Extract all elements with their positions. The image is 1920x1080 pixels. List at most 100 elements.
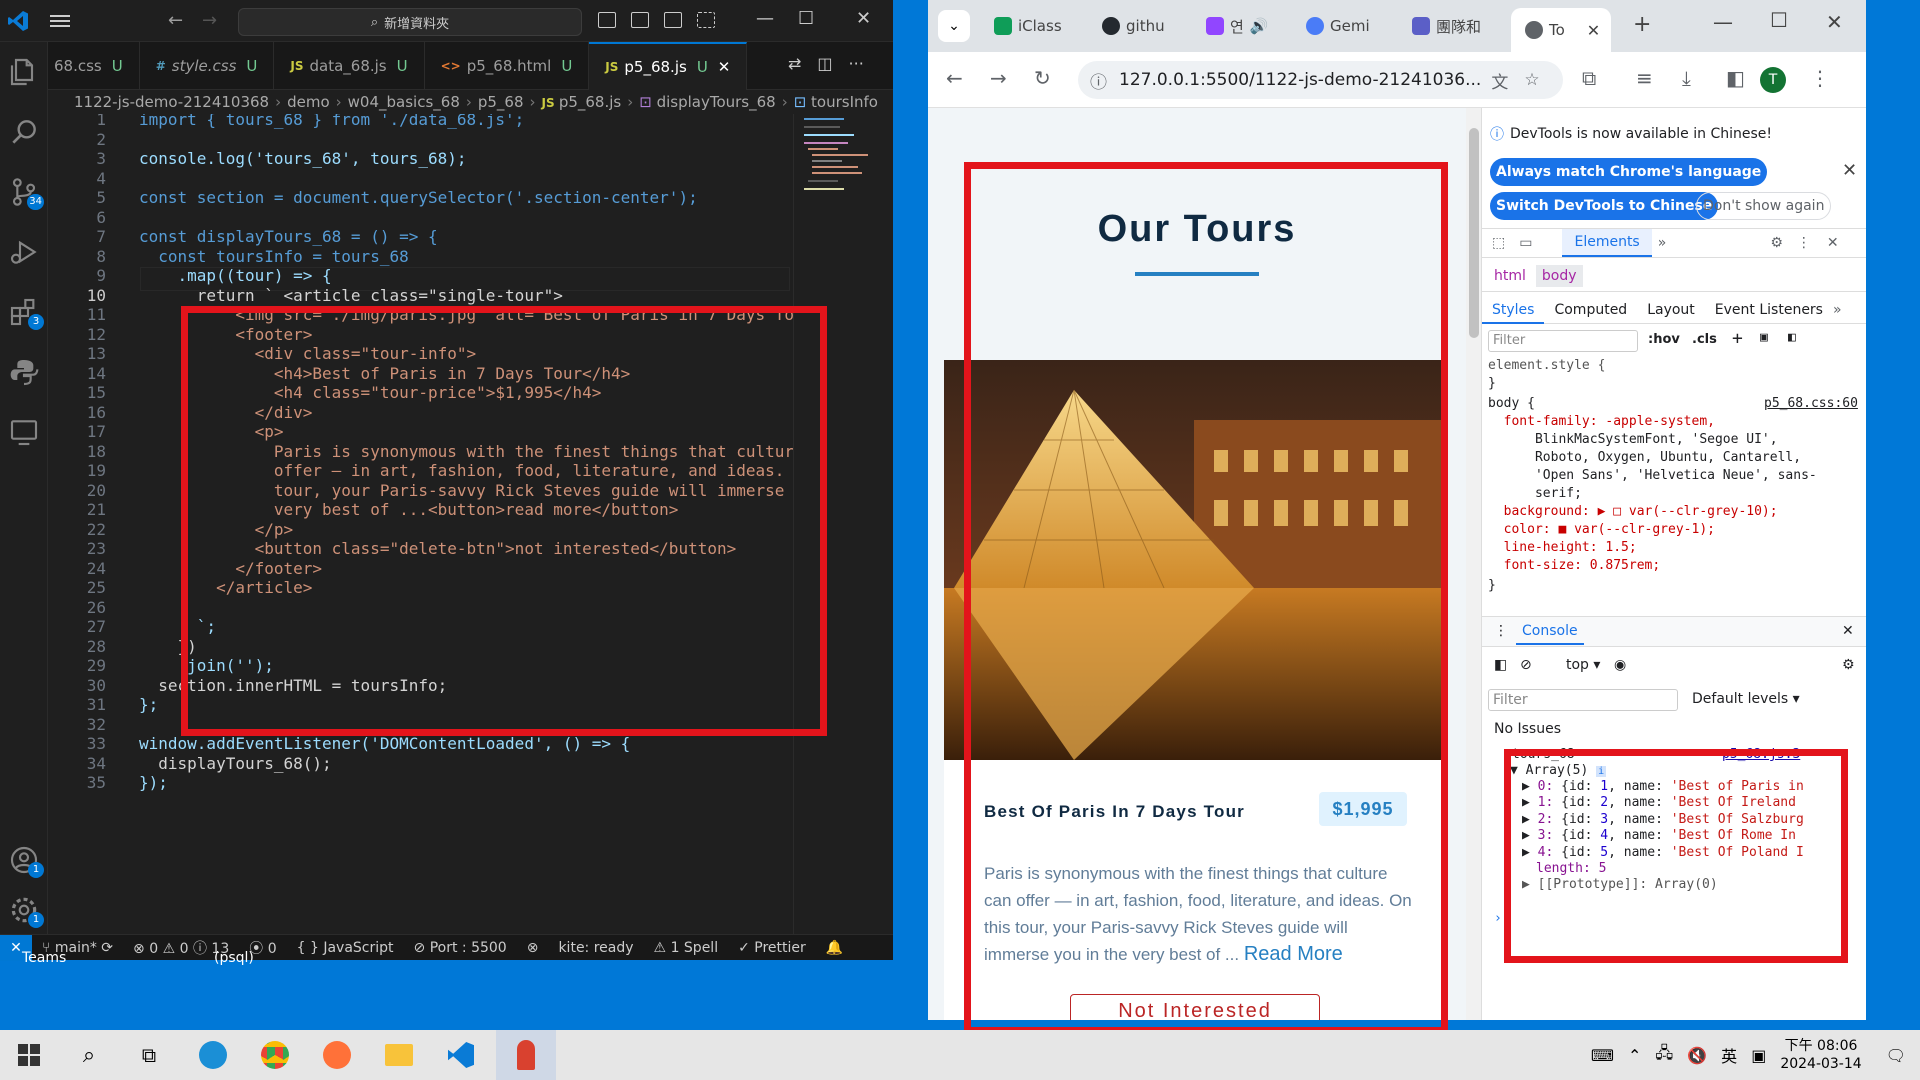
tab-console[interactable]: Console	[1516, 623, 1584, 645]
paint-icon[interactable]: ▣	[1760, 330, 1768, 345]
chrome-tab-gemini[interactable]: Gemi	[1292, 8, 1398, 44]
bookmark-star-icon[interactable]: ☆	[1524, 70, 1539, 90]
new-rule-plus-icon[interactable]: +	[1732, 328, 1743, 349]
maximize-icon[interactable]: ☐	[1770, 8, 1788, 32]
chrome-tab-teams[interactable]: 團隊和	[1398, 8, 1508, 44]
toggle-panel-icon[interactable]	[631, 12, 649, 28]
ime-indicator[interactable]: 英	[1721, 1043, 1737, 1067]
notifications-bell-icon[interactable]: 🔔	[816, 940, 853, 956]
toggle-sidebar-icon[interactable]	[598, 12, 616, 28]
settings-gear-icon[interactable]: 1	[8, 894, 44, 928]
tab-close-icon[interactable]: ✕	[718, 58, 731, 76]
tab-style-css[interactable]: # style.css U	[140, 42, 275, 90]
subtab-styles[interactable]: Styles	[1482, 296, 1545, 324]
clock[interactable]: 下午 08:06 2024-03-14	[1780, 1037, 1861, 1073]
profile-avatar[interactable]: T	[1760, 67, 1786, 93]
breadcrumb-item[interactable]: toursInfo	[811, 93, 878, 111]
menu-icon[interactable]	[50, 12, 72, 30]
more-subtabs-chevron-icon[interactable]: »	[1833, 302, 1842, 318]
dom-node-body[interactable]: body	[1535, 264, 1583, 287]
speaker-icon[interactable]: 🔊	[1250, 17, 1269, 35]
toggle-secondary-sidebar-icon[interactable]	[664, 12, 682, 28]
pinned-app-icon[interactable]	[496, 1030, 556, 1080]
remote-explorer-icon[interactable]	[8, 416, 40, 448]
windows-start-icon[interactable]	[12, 1038, 46, 1072]
log-levels-dropdown[interactable]: Default levels ▾	[1692, 691, 1800, 707]
close-icon[interactable]: ✕	[1826, 10, 1843, 34]
desktop-icon-label[interactable]: Teams	[22, 950, 66, 966]
sidebar-toggle-icon[interactable]: ◧	[1788, 330, 1796, 345]
breadcrumb-item[interactable]: w04_basics_68	[348, 93, 460, 111]
close-icon[interactable]: ✕	[856, 8, 871, 29]
ime-mode-icon[interactable]: ▣	[1751, 1046, 1766, 1065]
keyboard-icon[interactable]: ⌨	[1591, 1046, 1614, 1065]
accounts-icon[interactable]: 1	[8, 844, 44, 878]
maximize-icon[interactable]: ☐	[798, 8, 814, 29]
more-tabs-chevron-icon[interactable]: »	[1658, 235, 1667, 251]
translate-icon[interactable]: 文	[1491, 68, 1508, 93]
file-explorer-icon[interactable]	[382, 1038, 416, 1072]
chrome-tab-iclass[interactable]: iClass	[980, 8, 1088, 44]
run-debug-icon[interactable]	[8, 236, 40, 268]
vscode-logo-icon[interactable]	[6, 9, 30, 33]
back-arrow-icon[interactable]: ←	[946, 66, 963, 90]
volume-muted-icon[interactable]: 🔇	[1687, 1046, 1707, 1065]
new-tab-plus-icon[interactable]: +	[1633, 12, 1651, 37]
vscode-icon[interactable]	[444, 1038, 478, 1072]
tab-68-css[interactable]: 68.css U	[48, 42, 140, 90]
customize-layout-icon[interactable]	[697, 12, 715, 28]
inspect-element-icon[interactable]: ⬚	[1492, 235, 1505, 251]
desktop-icon-label[interactable]: (psql)	[214, 950, 254, 966]
side-panel-icon[interactable]: ◧	[1726, 66, 1745, 90]
search-icon[interactable]	[8, 116, 40, 148]
console-settings-gear-icon[interactable]: ⚙	[1842, 657, 1855, 673]
always-match-language-button[interactable]: Always match Chrome's language	[1490, 158, 1768, 186]
minimize-icon[interactable]: —	[756, 8, 774, 29]
kite-status[interactable]: kite: ready	[548, 940, 643, 956]
reload-icon[interactable]: ↻	[1034, 66, 1051, 90]
chrome-tab-twitch[interactable]: 연 🔊	[1192, 8, 1292, 44]
style-source-link[interactable]: p5_68.css:60	[1764, 396, 1858, 411]
language-mode[interactable]: { } JavaScript	[287, 940, 404, 956]
cls-toggle[interactable]: .cls	[1692, 332, 1717, 347]
network-icon[interactable]: 🖧	[1655, 1042, 1673, 1069]
task-view-icon[interactable]: ⧉	[132, 1038, 166, 1072]
breadcrumb-item[interactable]: p5_68	[478, 93, 524, 111]
tab-close-icon[interactable]: ✕	[1587, 21, 1600, 40]
more-actions-icon[interactable]: ···	[849, 54, 864, 78]
drawer-menu-icon[interactable]: ⋮	[1494, 623, 1508, 639]
hov-toggle[interactable]: :hov	[1648, 332, 1680, 347]
styles-filter-input[interactable]: Filter	[1488, 330, 1638, 352]
chrome-tab-tours[interactable]: To ✕	[1511, 8, 1611, 52]
tab-elements[interactable]: Elements	[1562, 229, 1652, 257]
breadcrumb-item[interactable]: p5_68.js	[559, 93, 621, 111]
media-controls-icon[interactable]: ≡	[1636, 66, 1653, 90]
source-control-icon[interactable]: 34	[8, 176, 44, 210]
device-toolbar-icon[interactable]: ▭	[1519, 235, 1532, 251]
scrollbar-thumb[interactable]	[1469, 128, 1479, 338]
clear-console-icon[interactable]: ⊘	[1520, 657, 1532, 673]
back-arrow-icon[interactable]: ←	[168, 10, 183, 31]
site-info-icon[interactable]: ⓘ	[1090, 68, 1107, 93]
chrome-tab-github[interactable]: githu	[1088, 8, 1192, 44]
dont-show-again-button[interactable]: Don't show again	[1696, 192, 1832, 220]
breadcrumb-item[interactable]: displayTours_68	[657, 93, 776, 111]
live-expression-eye-icon[interactable]: ◉	[1614, 657, 1626, 673]
live-server-port[interactable]: ⊘ Port : 5500	[404, 940, 517, 956]
subtab-computed[interactable]: Computed	[1544, 296, 1637, 324]
minimize-icon[interactable]: —	[1713, 10, 1733, 34]
tab-p5-68-js[interactable]: JS p5_68.js U ✕	[589, 42, 748, 90]
breadcrumb-item[interactable]: demo	[287, 93, 330, 111]
download-icon[interactable]: ⤓	[1682, 66, 1691, 90]
firefox-icon[interactable]	[320, 1038, 354, 1072]
compare-icon[interactable]: ⇄	[788, 54, 801, 78]
settings-gear-icon[interactable]: ⚙	[1770, 235, 1783, 251]
close-banner-icon[interactable]: ✕	[1842, 160, 1857, 181]
context-selector[interactable]: top ▾	[1566, 657, 1600, 673]
page-scrollbar[interactable]	[1466, 108, 1482, 1020]
tray-chevron-up-icon[interactable]: ⌃	[1628, 1046, 1641, 1065]
spell-status[interactable]: ⚠ 1 Spell	[644, 940, 729, 956]
subtab-layout[interactable]: Layout	[1637, 296, 1705, 324]
more-options-icon[interactable]: ⋮	[1797, 235, 1811, 251]
split-editor-icon[interactable]: ◫	[817, 54, 832, 78]
